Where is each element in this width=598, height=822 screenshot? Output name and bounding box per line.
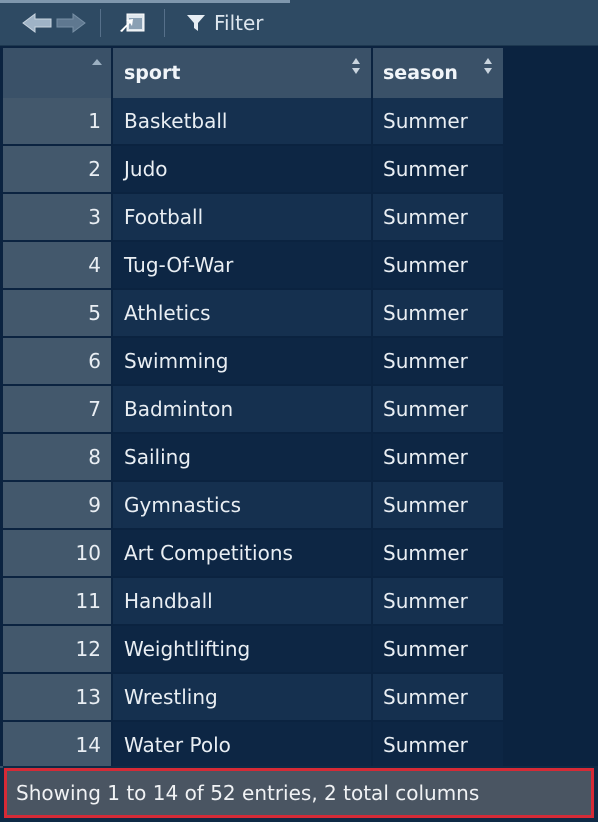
sort-toggle-icon xyxy=(484,58,492,74)
table-row: 9 Gymnastics Summer xyxy=(3,482,503,530)
table-row: 8 Sailing Summer xyxy=(3,434,503,482)
sport-cell: Athletics xyxy=(113,290,371,336)
row-index-cell: 3 xyxy=(3,194,111,240)
sport-cell: Judo xyxy=(113,146,371,192)
table-row: 2 Judo Summer xyxy=(3,146,503,194)
table-row: 5 Athletics Summer xyxy=(3,290,503,338)
sport-cell: Badminton xyxy=(113,386,371,432)
sport-cell: Handball xyxy=(113,578,371,624)
season-cell: Summer xyxy=(373,338,503,384)
table-row: 14 Water Polo Summer xyxy=(3,722,503,766)
column-header-sport[interactable]: sport xyxy=(113,48,371,98)
table-row: 10 Art Competitions Summer xyxy=(3,530,503,578)
season-cell: Summer xyxy=(373,194,503,240)
season-cell: Summer xyxy=(373,482,503,528)
season-cell: Summer xyxy=(373,674,503,720)
row-index-cell: 1 xyxy=(3,98,111,144)
row-index-cell: 7 xyxy=(3,386,111,432)
table-row: 1 Basketball Summer xyxy=(3,98,503,146)
table-status-footer: Showing 1 to 14 of 52 entries, 2 total c… xyxy=(4,768,594,818)
sport-cell: Football xyxy=(113,194,371,240)
sport-cell: Water Polo xyxy=(113,722,371,766)
row-index-cell: 12 xyxy=(3,626,111,672)
toolbar: Filter xyxy=(0,0,598,46)
sport-cell: Wrestling xyxy=(113,674,371,720)
toolbar-separator xyxy=(164,9,165,37)
back-arrow-icon[interactable] xyxy=(20,10,54,36)
sport-cell: Basketball xyxy=(113,98,371,144)
season-cell: Summer xyxy=(373,722,503,766)
row-index-cell: 13 xyxy=(3,674,111,720)
sport-cell: Tug-Of-War xyxy=(113,242,371,288)
season-cell: Summer xyxy=(373,386,503,432)
table-row: 3 Football Summer xyxy=(3,194,503,242)
sport-cell: Sailing xyxy=(113,434,371,480)
sport-cell: Swimming xyxy=(113,338,371,384)
table-row: 13 Wrestling Summer xyxy=(3,674,503,722)
column-header-label: sport xyxy=(124,62,181,84)
season-cell: Summer xyxy=(373,626,503,672)
row-index-cell: 2 xyxy=(3,146,111,192)
data-viewer: Filter sport season 1 Basketball Summer … xyxy=(0,0,598,822)
table-row: 6 Swimming Summer xyxy=(3,338,503,386)
sort-up-icon xyxy=(92,59,102,65)
table-row: 4 Tug-Of-War Summer xyxy=(3,242,503,290)
table-row: 11 Handball Summer xyxy=(3,578,503,626)
row-index-cell: 5 xyxy=(3,290,111,336)
active-tab-indicator xyxy=(0,0,290,3)
sport-cell: Weightlifting xyxy=(113,626,371,672)
season-cell: Summer xyxy=(373,434,503,480)
filter-funnel-icon xyxy=(187,15,205,31)
row-index-cell: 10 xyxy=(3,530,111,576)
table-row: 12 Weightlifting Summer xyxy=(3,626,503,674)
filter-label: Filter xyxy=(214,11,264,35)
data-table: sport season 1 Basketball Summer 2 Judo Summe… xyxy=(0,46,598,766)
row-index-cell: 4 xyxy=(3,242,111,288)
column-header-label: season xyxy=(383,62,458,84)
row-index-cell: 9 xyxy=(3,482,111,528)
table-header: sport season xyxy=(3,48,503,98)
forward-arrow-icon[interactable] xyxy=(54,10,88,36)
season-cell: Summer xyxy=(373,242,503,288)
sport-cell: Gymnastics xyxy=(113,482,371,528)
season-cell: Summer xyxy=(373,530,503,576)
table-row: 7 Badminton Summer xyxy=(3,386,503,434)
column-header-season[interactable]: season xyxy=(373,48,503,98)
toolbar-separator xyxy=(100,9,101,37)
sort-toggle-icon xyxy=(352,58,360,74)
table-grid: sport season 1 Basketball Summer 2 Judo Summe… xyxy=(3,48,503,766)
row-index-cell: 11 xyxy=(3,578,111,624)
row-index-cell: 14 xyxy=(3,722,111,766)
entries-summary: Showing 1 to 14 of 52 entries, 2 total c… xyxy=(16,781,480,805)
filter-button[interactable]: Filter xyxy=(186,8,264,38)
row-index-cell: 8 xyxy=(3,434,111,480)
row-index-cell: 6 xyxy=(3,338,111,384)
season-cell: Summer xyxy=(373,578,503,624)
season-cell: Summer xyxy=(373,146,503,192)
season-cell: Summer xyxy=(373,290,503,336)
column-header-index[interactable] xyxy=(3,48,111,98)
popout-window-icon[interactable] xyxy=(116,10,148,36)
season-cell: Summer xyxy=(373,98,503,144)
sport-cell: Art Competitions xyxy=(113,530,371,576)
